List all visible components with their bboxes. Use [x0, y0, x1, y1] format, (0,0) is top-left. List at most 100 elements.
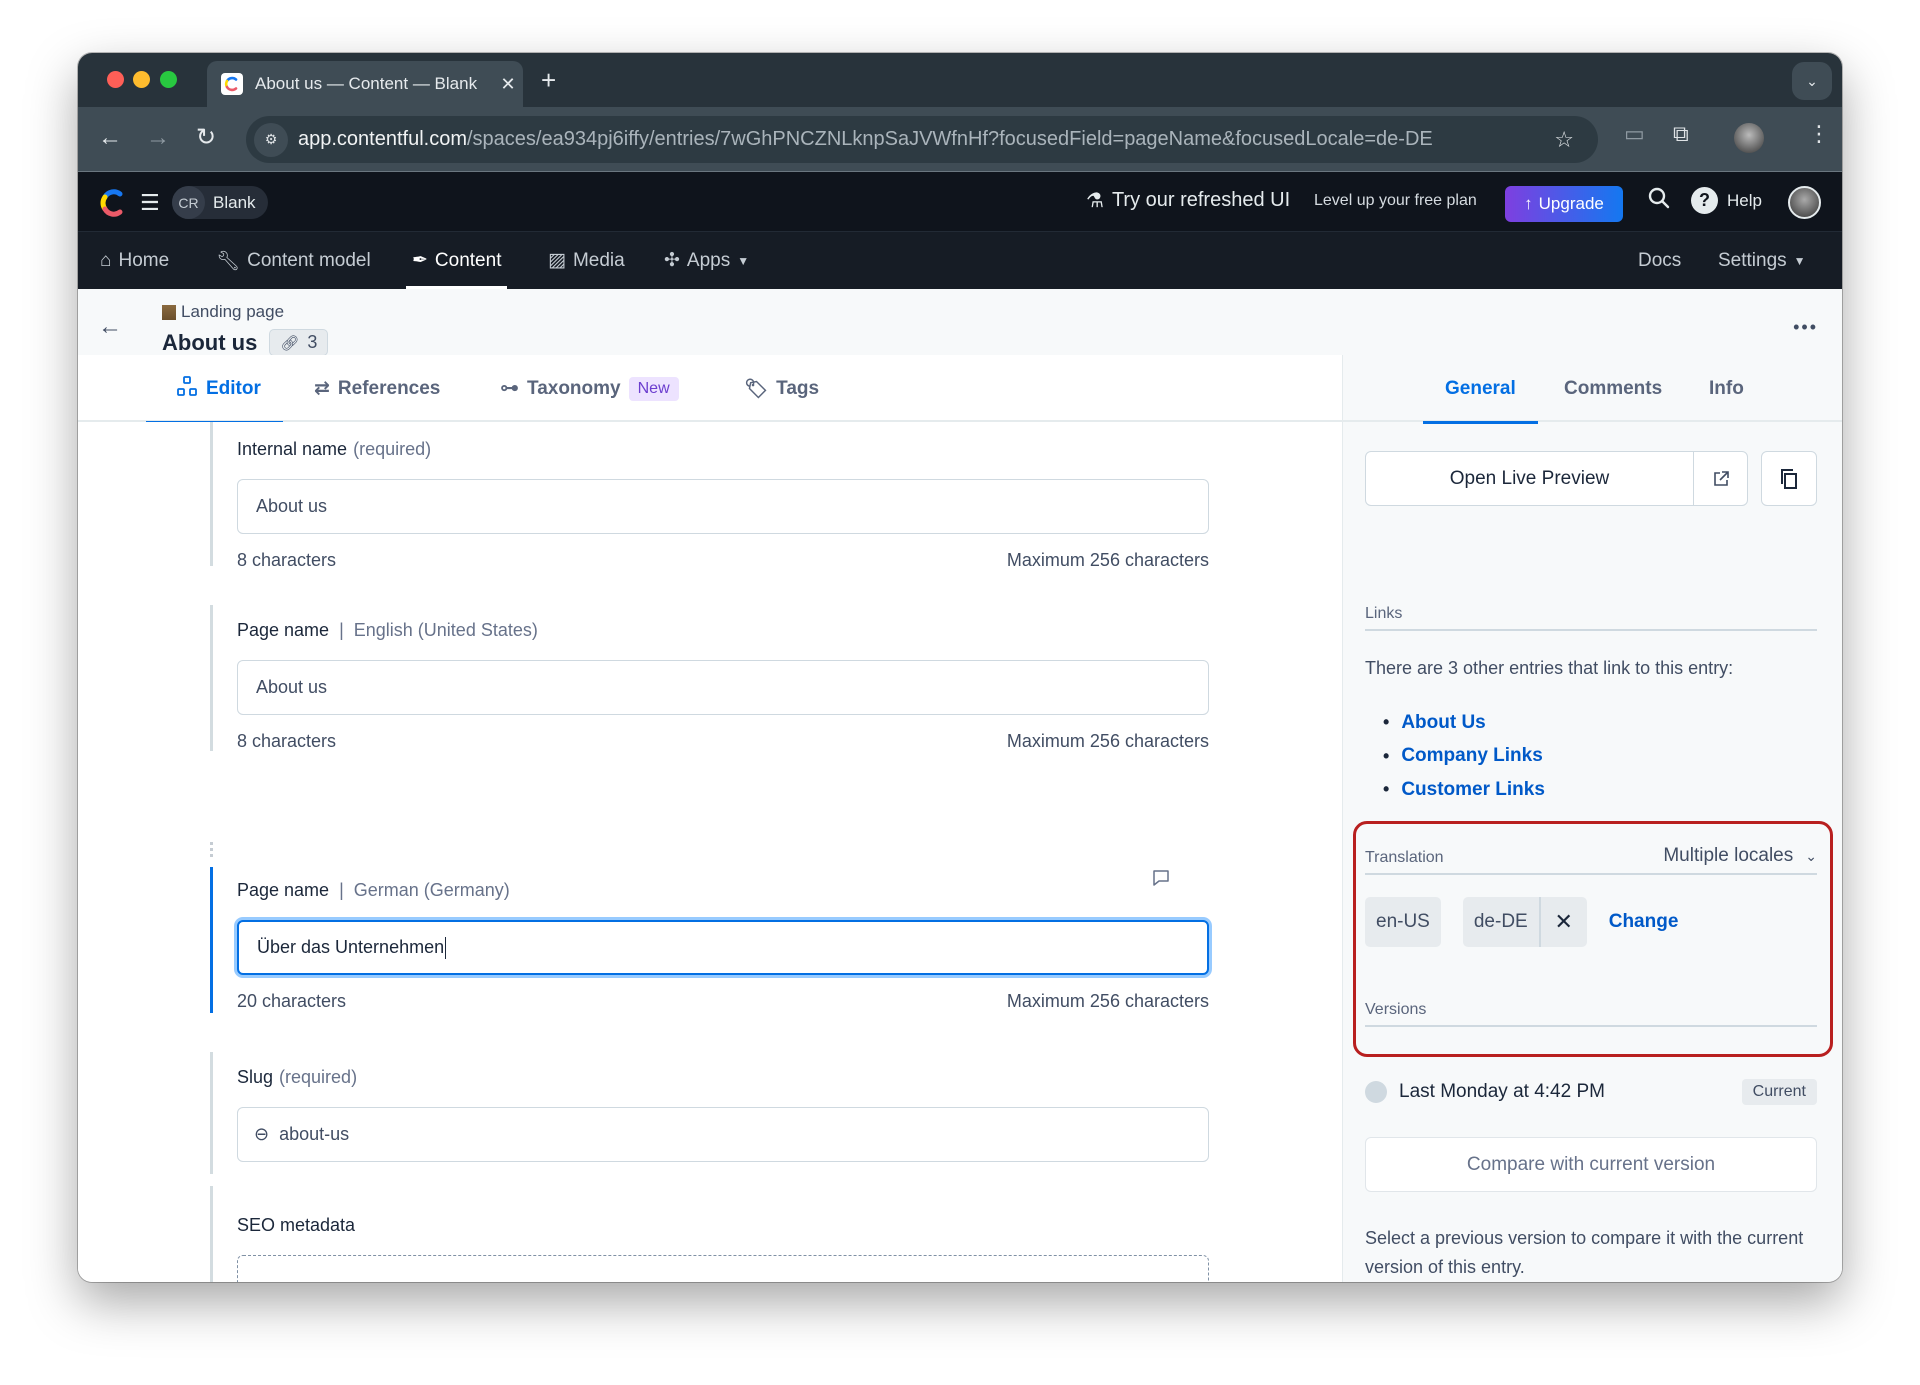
page-name-de-input[interactable]: Über das Unternehmen [237, 920, 1209, 975]
tab-search-button[interactable]: ⌄ [1792, 62, 1832, 100]
link-icon: ⊖ [254, 1124, 270, 1144]
field-label: Slug [237, 1066, 274, 1087]
tab-comments[interactable]: Comments [1564, 355, 1662, 422]
field-page-name-de: Page name | German (Germany) Über das Un… [210, 867, 1209, 1013]
bookmark-star-icon[interactable]: ☆ [1554, 127, 1574, 153]
tab-references[interactable]: ⇄ References [314, 355, 440, 422]
field-internal-name: Internal name (required) About us 8 char… [210, 422, 1209, 570]
tab-close-icon[interactable]: ✕ [493, 74, 523, 95]
reload-icon[interactable]: ↻ [196, 123, 216, 153]
entry-sidebar: General Comments Info Open Live Preview … [1342, 355, 1842, 1282]
extensions-icon[interactable]: ⧉ [1673, 121, 1689, 147]
field-seo-metadata: SEO metadata + Add content ⌄ [210, 1186, 1209, 1282]
field-label: Page name [237, 879, 330, 900]
nav-content-model[interactable]: 🔧︎ Content model [216, 232, 371, 289]
drag-handle[interactable] [210, 842, 213, 858]
tab-info[interactable]: Info [1709, 355, 1744, 422]
try-refreshed-ui-link[interactable]: ⚗ Try our refreshed UI [1086, 188, 1290, 213]
required-label: (required) [279, 1066, 358, 1087]
back-icon[interactable]: ← [98, 123, 122, 153]
minimize-window-button[interactable] [133, 71, 150, 88]
page-name-en-input[interactable]: About us [237, 660, 1209, 715]
help-link[interactable]: Help [1727, 191, 1762, 211]
nav-content[interactable]: ✒ Content [406, 232, 508, 289]
upgrade-button[interactable]: ↑ Upgrade [1505, 186, 1623, 222]
change-locales-link[interactable]: Change [1609, 911, 1679, 933]
locale-pills: en-US de-DE ✕ Change [1365, 897, 1678, 947]
char-count: 8 characters [237, 731, 337, 751]
incoming-links-list: About Us Company Links Customer Links [1383, 706, 1545, 807]
tab-tags[interactable]: 🏷︎ Tags [744, 355, 819, 422]
version-label: Last Monday at 4:42 PM [1399, 1081, 1605, 1102]
cast-icon[interactable]: ▭ [1624, 121, 1645, 147]
arrow-up-icon: ↑ [1524, 194, 1533, 213]
editor-icon [176, 375, 198, 403]
help-icon[interactable]: ? [1691, 187, 1718, 214]
search-icon[interactable] [1647, 186, 1671, 217]
incoming-link[interactable]: Company Links [1383, 740, 1545, 774]
incoming-link[interactable]: Customer Links [1383, 773, 1545, 807]
user-avatar[interactable] [1788, 186, 1821, 219]
locale-mode-select[interactable]: Multiple locales ⌄ [1663, 845, 1817, 867]
new-tab-button[interactable]: + [541, 67, 556, 93]
nav-home[interactable]: ⌂ Home [100, 232, 169, 289]
text-cursor [445, 936, 447, 959]
contentful-logo-icon[interactable] [100, 189, 126, 217]
comment-icon[interactable] [1152, 869, 1170, 892]
wrench-icon: 🔧︎ [216, 250, 241, 272]
flask-icon: ⚗ [1086, 190, 1104, 212]
links-heading: Links [1365, 605, 1817, 631]
nav-docs[interactable]: Docs [1638, 232, 1681, 289]
browser-toolbar: ← → ↻ ⚙ app.contentful.com/spaces/ea934p… [78, 107, 1842, 172]
url-text[interactable]: app.contentful.com/spaces/ea934pj6iffy/e… [298, 128, 1554, 151]
maximize-window-button[interactable] [160, 71, 177, 88]
close-window-button[interactable] [107, 71, 124, 88]
external-link-icon[interactable] [1693, 452, 1747, 505]
translation-heading: Translation [1365, 849, 1444, 866]
browser-tab[interactable]: About us — Content — Blank ✕ [207, 61, 523, 107]
editor-tabs: Editor ⇄ References ⊶ Taxonomy New 🏷︎ Ta… [78, 355, 1342, 424]
remove-locale-icon[interactable]: ✕ [1538, 897, 1587, 947]
char-max: Maximum 256 characters [1006, 550, 1209, 570]
incoming-link[interactable]: About Us [1383, 706, 1545, 740]
address-bar[interactable]: ⚙ app.contentful.com/spaces/ea934pj6iffy… [246, 116, 1598, 163]
browser-tab-strip: About us — Content — Blank ✕ + ⌄ [78, 53, 1842, 107]
tab-general[interactable]: General [1423, 355, 1538, 424]
references-count-badge[interactable]: 🔗︎ 3 [269, 329, 329, 356]
field-label: Internal name [237, 438, 348, 459]
compare-version-button[interactable]: Compare with current version [1365, 1137, 1817, 1192]
main-nav: ⌂ Home 🔧︎ Content model ✒ Content ▨ Medi… [78, 232, 1842, 289]
live-preview-group: Open Live Preview [1365, 451, 1748, 506]
internal-name-input[interactable]: About us [237, 479, 1209, 534]
chrome-menu-icon[interactable]: ⋮ [1808, 121, 1830, 147]
space-switcher[interactable]: CR Blank [172, 186, 268, 219]
new-badge: New [628, 376, 679, 401]
tab-taxonomy[interactable]: ⊶ Taxonomy New [500, 355, 679, 422]
nav-apps[interactable]: ✣ Apps ▼ [664, 232, 749, 289]
reference-dropzone: + Add content ⌄ [237, 1255, 1209, 1282]
profile-avatar[interactable] [1734, 123, 1764, 153]
compare-help-text: Select a previous version to compare it … [1365, 1228, 1804, 1277]
image-icon: ▨ [548, 250, 566, 271]
taxonomy-icon: ⊶ [500, 378, 519, 399]
menu-icon[interactable]: ☰ [140, 190, 160, 216]
chevron-down-icon: ⌄ [1805, 847, 1817, 864]
version-radio[interactable] [1365, 1081, 1387, 1103]
copy-icon[interactable] [1761, 451, 1817, 506]
tab-editor[interactable]: Editor [146, 355, 283, 424]
open-live-preview-button[interactable]: Open Live Preview [1366, 452, 1693, 505]
pen-icon: ✒ [412, 250, 428, 271]
back-arrow-icon[interactable]: ← [98, 313, 122, 341]
space-initials: CR [172, 186, 205, 219]
locale-pill-de-de: de-DE ✕ [1462, 897, 1587, 947]
nav-settings[interactable]: Settings ▼ [1718, 232, 1806, 289]
forward-icon[interactable]: → [146, 123, 170, 153]
nav-media[interactable]: ▨ Media [548, 232, 625, 289]
more-options-icon[interactable]: ••• [1793, 317, 1818, 338]
slug-input[interactable]: ⊖ about-us [237, 1107, 1209, 1162]
field-label: SEO metadata [237, 1214, 356, 1235]
site-settings-icon[interactable]: ⚙ [254, 122, 288, 157]
version-item[interactable]: Last Monday at 4:42 PM Current [1365, 1077, 1817, 1107]
versions-heading: Versions [1365, 1001, 1817, 1027]
references-icon: ⇄ [314, 378, 330, 399]
